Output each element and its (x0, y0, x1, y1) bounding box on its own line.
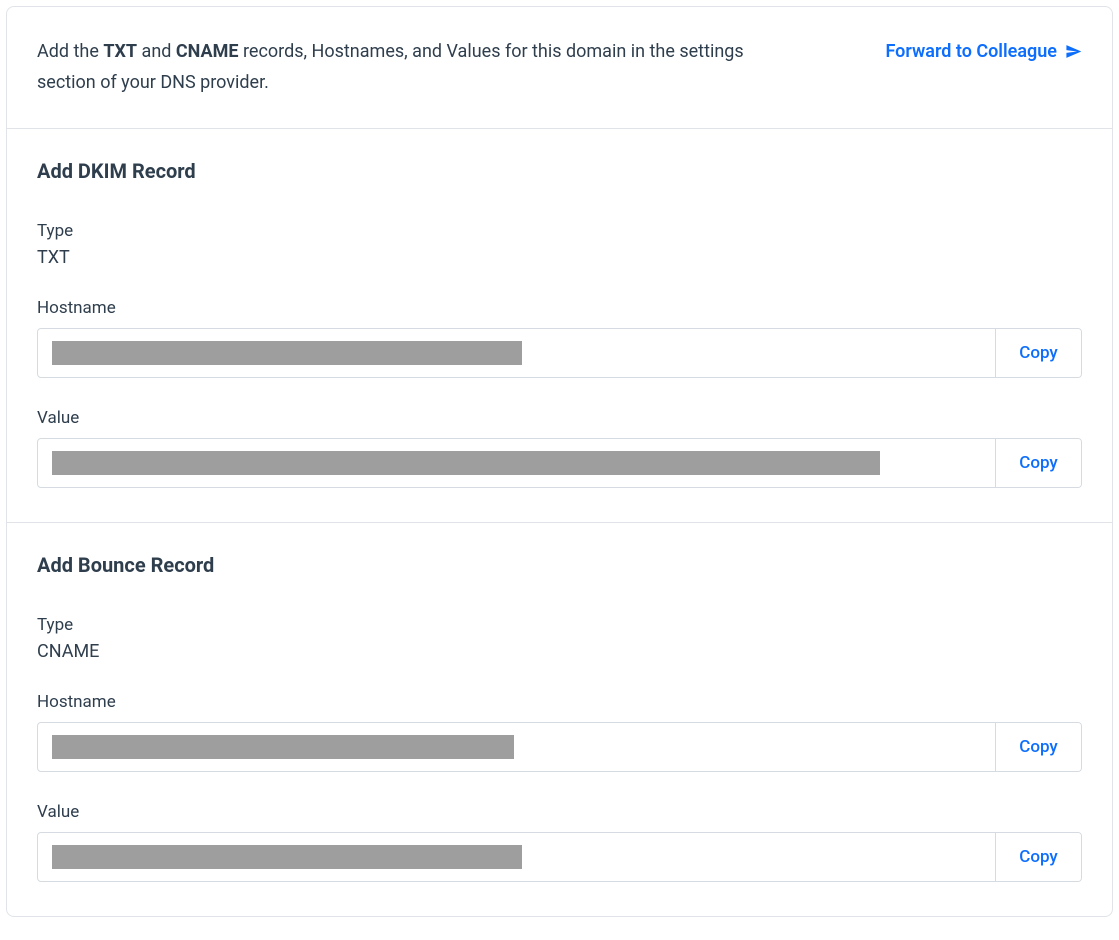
type-label: Type (37, 615, 1082, 635)
instruction-text: Add the TXT and CNAME records, Hostnames… (37, 37, 777, 98)
dkim-hostname-block: Hostname Copy (37, 298, 1082, 378)
value-label: Value (37, 408, 1082, 428)
bounce-hostname-input[interactable] (38, 723, 995, 771)
forward-label: Forward to Colleague (885, 41, 1057, 62)
forward-to-colleague-link[interactable]: Forward to Colleague (885, 41, 1082, 62)
bounce-section: Add Bounce Record Type CNAME Hostname Co… (7, 522, 1112, 916)
bounce-value-input[interactable] (38, 833, 995, 881)
hostname-label: Hostname (37, 692, 1082, 712)
dkim-type-block: Type TXT (37, 221, 1082, 268)
hostname-label: Hostname (37, 298, 1082, 318)
dkim-section: Add DKIM Record Type TXT Hostname Copy V… (7, 129, 1112, 522)
redacted-placeholder (52, 845, 522, 869)
redacted-placeholder (52, 341, 522, 365)
bounce-type-value: CNAME (37, 641, 1082, 662)
header-row: Add the TXT and CNAME records, Hostnames… (7, 7, 1112, 129)
instruction-and: and (137, 41, 176, 62)
bounce-value-copy-button[interactable]: Copy (995, 833, 1081, 881)
dkim-value-input[interactable] (38, 439, 995, 487)
type-label: Type (37, 221, 1082, 241)
bounce-value-block: Value Copy (37, 802, 1082, 882)
dkim-value-row: Copy (37, 438, 1082, 488)
cname-strong: CNAME (176, 41, 239, 62)
dkim-hostname-row: Copy (37, 328, 1082, 378)
dkim-type-value: TXT (37, 247, 1082, 268)
instruction-prefix: Add the (37, 41, 103, 62)
bounce-hostname-block: Hostname Copy (37, 692, 1082, 772)
value-label: Value (37, 802, 1082, 822)
send-icon (1065, 43, 1082, 60)
redacted-placeholder (52, 735, 514, 759)
dkim-hostname-copy-button[interactable]: Copy (995, 329, 1081, 377)
bounce-hostname-copy-button[interactable]: Copy (995, 723, 1081, 771)
dkim-value-copy-button[interactable]: Copy (995, 439, 1081, 487)
bounce-type-block: Type CNAME (37, 615, 1082, 662)
dns-records-card: Add the TXT and CNAME records, Hostnames… (6, 6, 1113, 917)
dkim-hostname-input[interactable] (38, 329, 995, 377)
dkim-value-block: Value Copy (37, 408, 1082, 488)
bounce-title: Add Bounce Record (37, 553, 1082, 577)
redacted-placeholder (52, 451, 880, 475)
dkim-title: Add DKIM Record (37, 159, 1082, 183)
txt-strong: TXT (103, 41, 137, 62)
bounce-value-row: Copy (37, 832, 1082, 882)
bounce-hostname-row: Copy (37, 722, 1082, 772)
